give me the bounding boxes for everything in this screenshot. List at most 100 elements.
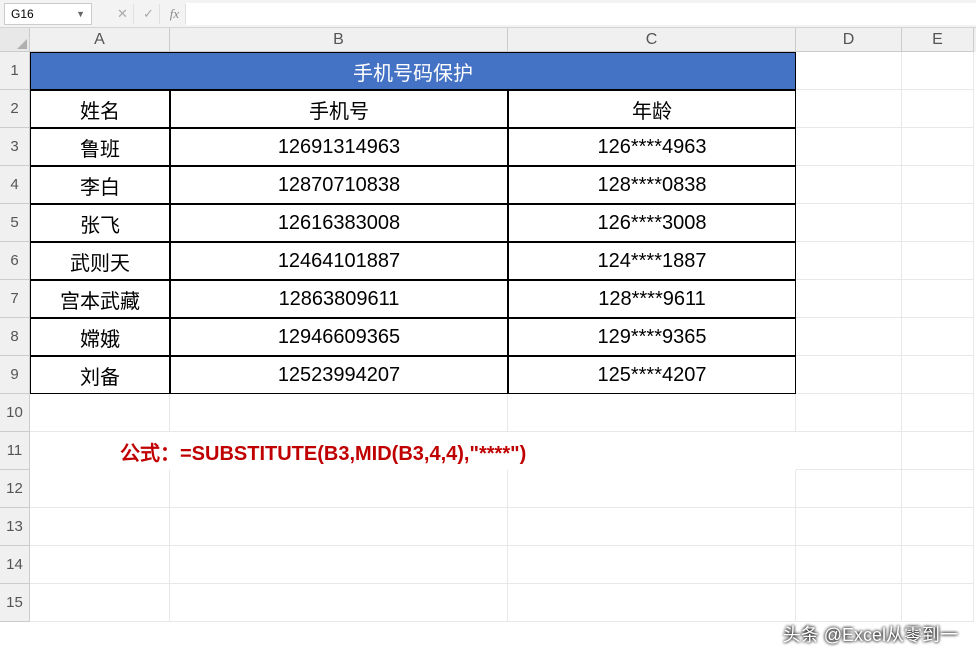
col-header-E[interactable]: E [902,28,974,52]
cell[interactable] [30,508,170,546]
cell[interactable] [796,508,902,546]
cell[interactable] [902,52,974,90]
row-header[interactable]: 9 [0,356,30,394]
row-header[interactable]: 3 [0,128,30,166]
col-header-A[interactable]: A [30,28,170,52]
row-header[interactable]: 8 [0,318,30,356]
row-header[interactable]: 12 [0,470,30,508]
row-header[interactable]: 10 [0,394,30,432]
row-header[interactable]: 11 [0,432,30,470]
row-header[interactable]: 4 [0,166,30,204]
cell-masked[interactable]: 125****4207 [508,356,796,394]
cell[interactable] [902,508,974,546]
cancel-icon[interactable]: ✕ [112,4,134,24]
cell[interactable] [902,584,974,622]
cell-masked[interactable]: 126****3008 [508,204,796,242]
cell-masked[interactable]: 128****0838 [508,166,796,204]
cell-name[interactable]: 李白 [30,166,170,204]
cell[interactable] [508,470,796,508]
cell-masked[interactable]: 126****4963 [508,128,796,166]
cell[interactable] [30,584,170,622]
col-header-C[interactable]: C [508,28,796,52]
cell-name[interactable]: 张飞 [30,204,170,242]
cell[interactable] [796,470,902,508]
row-header[interactable]: 2 [0,90,30,128]
header-phone[interactable]: 手机号 [170,90,508,128]
table-row: 9 刘备 12523994207 125****4207 [0,356,976,394]
cell[interactable] [796,432,902,470]
cell[interactable] [902,166,974,204]
cell-masked[interactable]: 129****9365 [508,318,796,356]
cell[interactable] [796,280,902,318]
cell-phone[interactable]: 12523994207 [170,356,508,394]
cell[interactable] [170,470,508,508]
cell-name[interactable]: 宫本武藏 [30,280,170,318]
cell[interactable] [796,166,902,204]
cell[interactable] [30,394,170,432]
cell[interactable] [170,508,508,546]
cell[interactable] [902,318,974,356]
cell-name[interactable]: 鲁班 [30,128,170,166]
cell[interactable] [796,204,902,242]
header-age[interactable]: 年龄 [508,90,796,128]
cell-name[interactable]: 武则天 [30,242,170,280]
header-name[interactable]: 姓名 [30,90,170,128]
cell-phone[interactable]: 12946609365 [170,318,508,356]
row-header[interactable]: 15 [0,584,30,622]
cell[interactable] [902,90,974,128]
cell[interactable] [796,90,902,128]
fx-icon[interactable]: fx [164,4,186,24]
cell[interactable] [902,470,974,508]
cell[interactable] [508,584,796,622]
col-header-B[interactable]: B [170,28,508,52]
cell[interactable] [796,394,902,432]
cell-name[interactable]: 嫦娥 [30,318,170,356]
cell[interactable] [902,546,974,584]
cell[interactable] [902,242,974,280]
cell[interactable] [796,546,902,584]
cell-phone[interactable]: 12691314963 [170,128,508,166]
cell[interactable] [508,508,796,546]
cell[interactable] [30,470,170,508]
cell[interactable] [902,280,974,318]
formula-input[interactable] [186,3,976,25]
cell[interactable] [796,242,902,280]
cell[interactable] [902,356,974,394]
row-header[interactable]: 5 [0,204,30,242]
chevron-down-icon[interactable]: ▼ [76,9,85,19]
title-cell[interactable]: 手机号码保护 [30,52,796,90]
select-all-corner[interactable] [0,28,30,52]
cell-phone[interactable]: 12870710838 [170,166,508,204]
cell[interactable] [902,128,974,166]
name-box[interactable]: G16 ▼ [4,3,92,25]
col-header-D[interactable]: D [796,28,902,52]
cell-name[interactable]: 刘备 [30,356,170,394]
cell[interactable] [170,546,508,584]
cell[interactable] [30,546,170,584]
confirm-icon[interactable]: ✓ [138,4,160,24]
row-header[interactable]: 7 [0,280,30,318]
cell-masked[interactable]: 124****1887 [508,242,796,280]
cell-phone[interactable]: 12616383008 [170,204,508,242]
cell-masked[interactable]: 128****9611 [508,280,796,318]
cell[interactable] [170,394,508,432]
cell[interactable] [902,394,974,432]
cell[interactable] [796,356,902,394]
cell[interactable] [796,128,902,166]
cell[interactable] [508,546,796,584]
formula-annotation[interactable]: 公式：=SUBSTITUTE(B3,MID(B3,4,4),"****") [30,432,796,470]
cell[interactable] [796,584,902,622]
cell[interactable] [796,318,902,356]
table-row: 4 李白 12870710838 128****0838 [0,166,976,204]
cell-phone[interactable]: 12464101887 [170,242,508,280]
cell[interactable] [170,584,508,622]
row-header[interactable]: 14 [0,546,30,584]
cell[interactable] [902,204,974,242]
row-header[interactable]: 6 [0,242,30,280]
row-header[interactable]: 1 [0,52,30,90]
cell-phone[interactable]: 12863809611 [170,280,508,318]
row-header[interactable]: 13 [0,508,30,546]
cell[interactable] [796,52,902,90]
cell[interactable] [902,432,974,470]
cell[interactable] [508,394,796,432]
